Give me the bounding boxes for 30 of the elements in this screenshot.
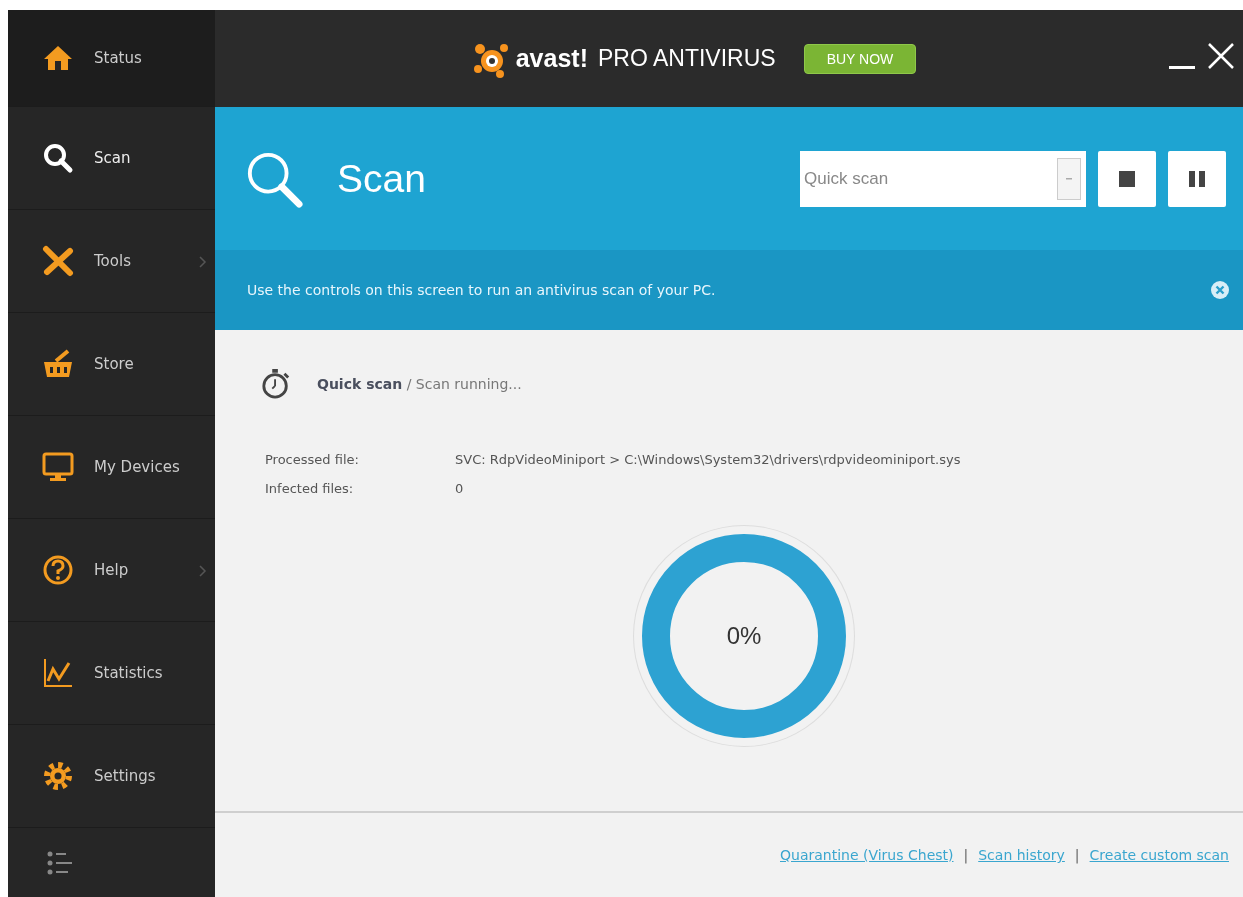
tools-icon bbox=[42, 245, 74, 277]
separator: | bbox=[1074, 847, 1080, 863]
close-icon[interactable] bbox=[1207, 42, 1235, 70]
basket-icon bbox=[42, 348, 74, 380]
help-icon bbox=[42, 554, 74, 586]
brand-name: avast! bbox=[515, 44, 588, 73]
detail-value: SVC: RdpVideoMiniport > C:\Windows\System32\drivers\rdpvideominiport.sys bbox=[455, 452, 962, 467]
detail-label: Processed file: bbox=[265, 452, 360, 467]
monitor-icon bbox=[42, 451, 74, 483]
pause-button[interactable] bbox=[1168, 150, 1226, 207]
minimize-icon[interactable] bbox=[1169, 66, 1195, 70]
info-message: Use the controls on this screen to run an antivirus scan of your PC. bbox=[247, 282, 716, 298]
sidebar-item[interactable]: Status bbox=[8, 10, 215, 107]
stopwatch-icon bbox=[261, 368, 291, 400]
scan-status: Quick scan / Scan running... bbox=[317, 376, 522, 392]
product-name: PRO ANTIVIRUS bbox=[598, 45, 776, 72]
search-icon bbox=[42, 142, 74, 174]
stop-button[interactable] bbox=[1098, 150, 1156, 207]
page-title: Scan bbox=[337, 156, 426, 201]
detail-label: Infected files: bbox=[265, 481, 355, 496]
pause-icon bbox=[1189, 170, 1205, 187]
caret-icon bbox=[1066, 177, 1072, 180]
progress-percent: 0% bbox=[725, 622, 763, 650]
separator: | bbox=[963, 847, 969, 863]
scan-type-dropdown[interactable]: Quick scan bbox=[800, 150, 1086, 207]
detail-value: 0 bbox=[455, 481, 465, 496]
gear-icon bbox=[42, 760, 74, 792]
stop-icon bbox=[1119, 170, 1135, 187]
line-chart-icon bbox=[42, 657, 74, 689]
menu-icon[interactable] bbox=[46, 849, 74, 876]
